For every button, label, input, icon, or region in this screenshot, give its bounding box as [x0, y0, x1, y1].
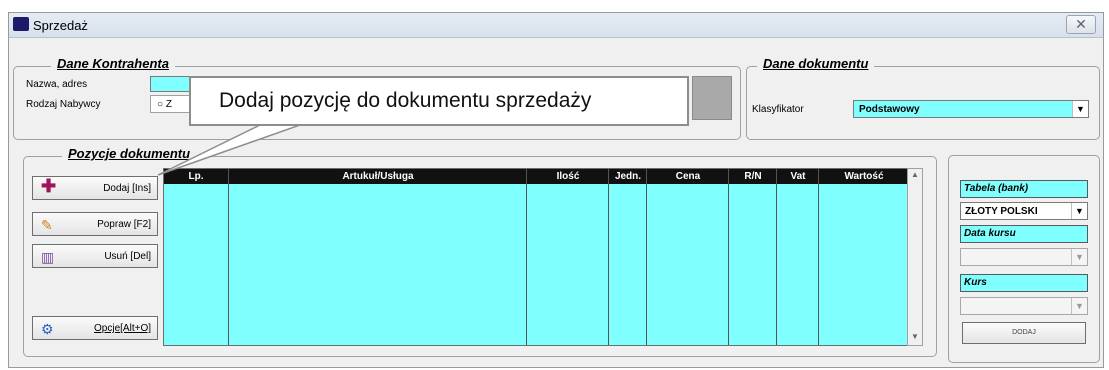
table-scrollbar[interactable]: ▲ ▼ — [907, 168, 923, 346]
buyer-type-option[interactable]: ○ Z — [150, 95, 190, 113]
scroll-down-icon[interactable]: ▼ — [909, 332, 921, 344]
column-header-price: Cena — [646, 169, 729, 184]
scroll-up-icon[interactable]: ▲ — [909, 170, 921, 182]
column-header-rn: R/N — [728, 169, 777, 184]
contractor-select-button[interactable] — [692, 76, 732, 120]
add-position-button[interactable]: ✚ Dodaj [Ins] — [32, 176, 158, 200]
buyer-type-radio[interactable]: ○ Z — [157, 99, 172, 110]
title-bar — [9, 13, 1103, 38]
column-divider — [776, 184, 777, 345]
column-divider — [526, 184, 527, 345]
chevron-down-icon[interactable]: ▼ — [1071, 249, 1087, 265]
delete-position-button[interactable]: ▥ Usuń [Del] — [32, 244, 158, 268]
rate-date-label: Data kursu — [960, 225, 1088, 243]
column-divider — [608, 184, 609, 345]
name-address-label: Nazwa, adres — [26, 79, 88, 90]
gear-icon: ⚙ — [41, 321, 54, 337]
column-header-unit: Jedn. — [608, 169, 647, 184]
classifier-value: Podstawowy — [859, 104, 920, 115]
rate-label: Kurs — [960, 274, 1088, 292]
chevron-down-icon[interactable]: ▼ — [1071, 203, 1087, 219]
chevron-down-icon[interactable]: ▼ — [1072, 101, 1088, 117]
app-logo-icon — [13, 17, 29, 31]
bank-table-select[interactable]: ZŁOTY POLSKI ▼ — [960, 202, 1088, 220]
column-header-vat: Vat — [776, 169, 819, 184]
bank-table-value: ZŁOTY POLSKI — [965, 206, 1038, 217]
chevron-down-icon[interactable]: ▼ — [1071, 298, 1087, 314]
trash-icon: ▥ — [41, 249, 55, 265]
callout-text: Dodaj pozycję do dokumentu sprzedaży — [219, 89, 592, 112]
rate-date-select[interactable]: ▼ — [960, 248, 1088, 266]
rate-select[interactable]: ▼ — [960, 297, 1088, 315]
buyer-type-label: Rodzaj Nabywcy — [26, 99, 101, 110]
classifier-select[interactable]: Podstawowy ▼ — [853, 100, 1089, 118]
pencil-icon: ✎ — [41, 217, 53, 233]
close-icon: ✕ — [1075, 16, 1087, 32]
classifier-label: Klasyfikator — [752, 104, 804, 115]
callout-pointer — [157, 124, 301, 176]
positions-table[interactable]: Lp. Artukuł/Usługa Ilość Jedn. Cena R/N … — [163, 168, 923, 346]
column-divider — [728, 184, 729, 345]
column-divider — [228, 184, 229, 345]
document-legend: Dane dokumentu — [757, 56, 875, 71]
contractor-legend: Dane Kontrahenta — [51, 56, 175, 71]
column-header-quantity: Ilość — [526, 169, 609, 184]
column-divider — [818, 184, 819, 345]
bank-table-label: Tabela (bank) — [960, 180, 1088, 198]
add-rate-button[interactable]: DODAJ — [962, 322, 1086, 344]
options-button[interactable]: ⚙ Opcje[Alt+O] — [32, 316, 158, 340]
close-button[interactable]: ✕ — [1066, 15, 1096, 34]
edit-position-button[interactable]: ✎ Popraw [F2] — [32, 212, 158, 236]
column-header-value: Wartość — [818, 169, 909, 184]
window-title: Sprzedaż — [33, 18, 88, 33]
plus-icon: ✚ — [41, 176, 57, 196]
tooltip-callout: Dodaj pozycję do dokumentu sprzedaży — [189, 76, 689, 126]
column-divider — [646, 184, 647, 345]
